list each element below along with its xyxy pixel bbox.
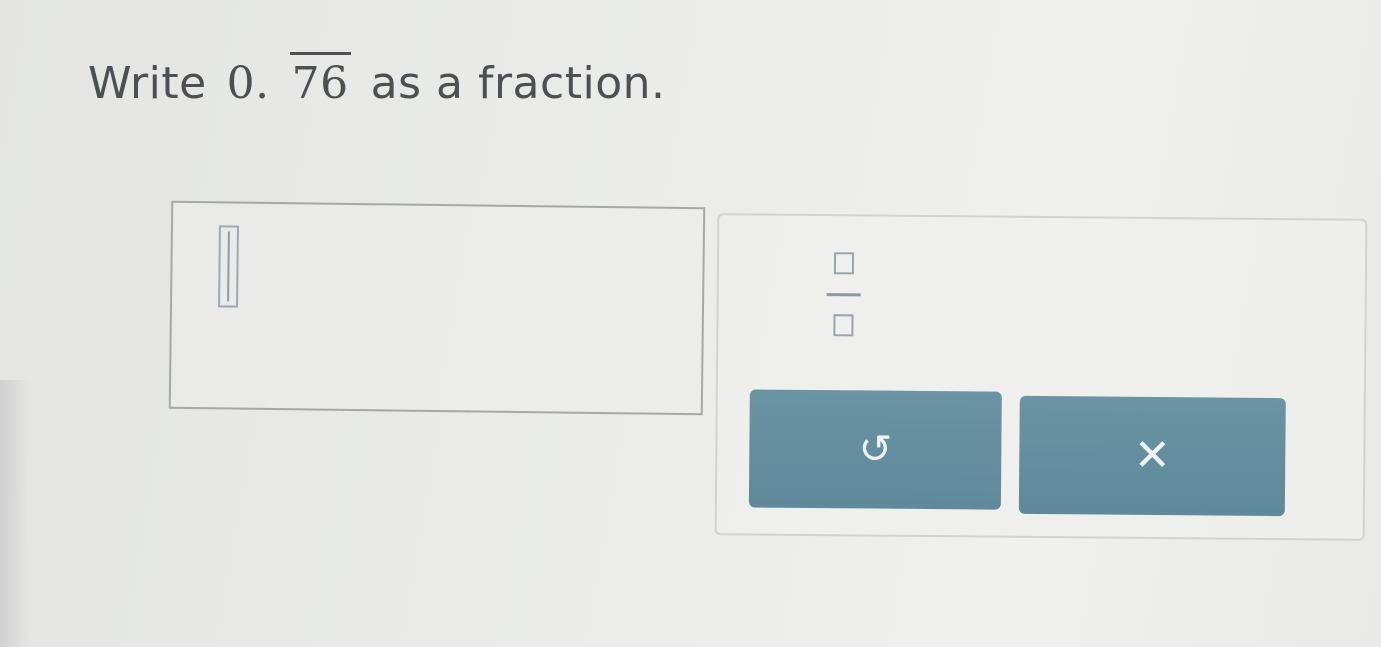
clear-button[interactable]: ✕ xyxy=(1018,395,1286,517)
question-suffix: as a fraction. xyxy=(370,58,666,109)
undo-icon: ↺ xyxy=(858,426,893,473)
undo-button[interactable]: ↺ xyxy=(748,389,1002,510)
close-icon: ✕ xyxy=(1133,429,1171,482)
answer-input[interactable] xyxy=(168,200,706,416)
cursor-placeholder-icon xyxy=(217,225,239,308)
fraction-denominator-placeholder-icon xyxy=(833,314,854,337)
fraction-template-button[interactable] xyxy=(818,252,869,337)
question-prefix: Write xyxy=(88,58,207,109)
background-shadow xyxy=(0,380,30,647)
question-text: Write 0. 76 as a fraction. xyxy=(88,52,666,109)
repeating-digits: 76 xyxy=(289,52,351,109)
math-keypad: ↺ ✕ xyxy=(714,213,1368,541)
fraction-bar-icon xyxy=(826,292,861,296)
decimal-whole-part: 0. xyxy=(226,58,270,109)
fraction-numerator-placeholder-icon xyxy=(833,252,855,275)
repeating-decimal: 0. 76 xyxy=(226,52,351,109)
